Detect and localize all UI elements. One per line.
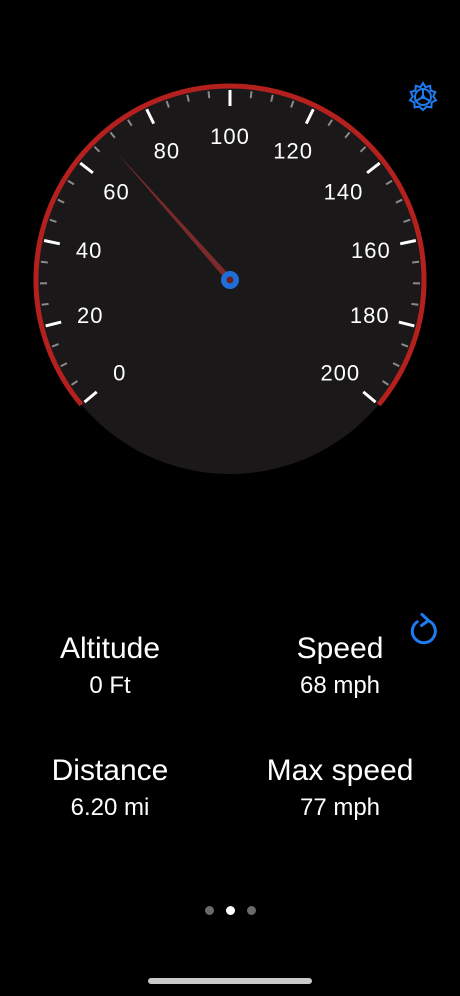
scale-label: 160 [351, 238, 391, 263]
speedometer-gauge: 0 20 40 60 80 100 120 140 160 180 200 [33, 83, 427, 474]
page-dot-1[interactable] [204, 906, 214, 915]
max-speed-stat: Max speed 77 mph [230, 754, 450, 822]
home-indicator[interactable] [148, 978, 312, 984]
scale-label: 0 [113, 361, 126, 386]
minor-tick [207, 91, 211, 99]
gear-icon [408, 81, 438, 112]
needle-hub-center [226, 276, 234, 284]
minor-tick [249, 91, 253, 99]
speed-stat: Speed 68 mph [230, 632, 450, 700]
page-dot-2[interactable] [225, 906, 235, 915]
scale-label: 20 [77, 303, 103, 328]
speed-value: 68 mph [299, 672, 381, 699]
page-dot-3[interactable] [246, 906, 256, 915]
page-indicator[interactable] [0, 906, 460, 915]
settings-button[interactable] [406, 80, 440, 114]
altitude-label: Altitude [59, 632, 161, 665]
scale-label: 200 [320, 361, 360, 386]
max-speed-label: Max speed [266, 754, 414, 787]
minor-tick [41, 302, 49, 306]
scale-label: 120 [273, 139, 313, 164]
minor-tick [40, 260, 48, 264]
distance-label: Distance [51, 754, 169, 787]
scale-label: 60 [103, 179, 129, 204]
max-speed-value: 77 mph [299, 794, 381, 821]
scale-label: 140 [324, 179, 364, 204]
altitude-stat: Altitude 0 Ft [0, 632, 220, 700]
scale-label: 100 [210, 124, 250, 149]
scale-label: 180 [350, 303, 390, 328]
minor-tick [412, 260, 420, 264]
minor-tick [411, 302, 419, 306]
distance-stat: Distance 6.20 mi [0, 754, 220, 822]
scale-label: 80 [154, 139, 180, 164]
speed-label: Speed [296, 632, 384, 665]
distance-value: 6.20 mi [70, 794, 150, 821]
altitude-value: 0 Ft [89, 672, 131, 699]
scale-label: 40 [76, 238, 102, 263]
